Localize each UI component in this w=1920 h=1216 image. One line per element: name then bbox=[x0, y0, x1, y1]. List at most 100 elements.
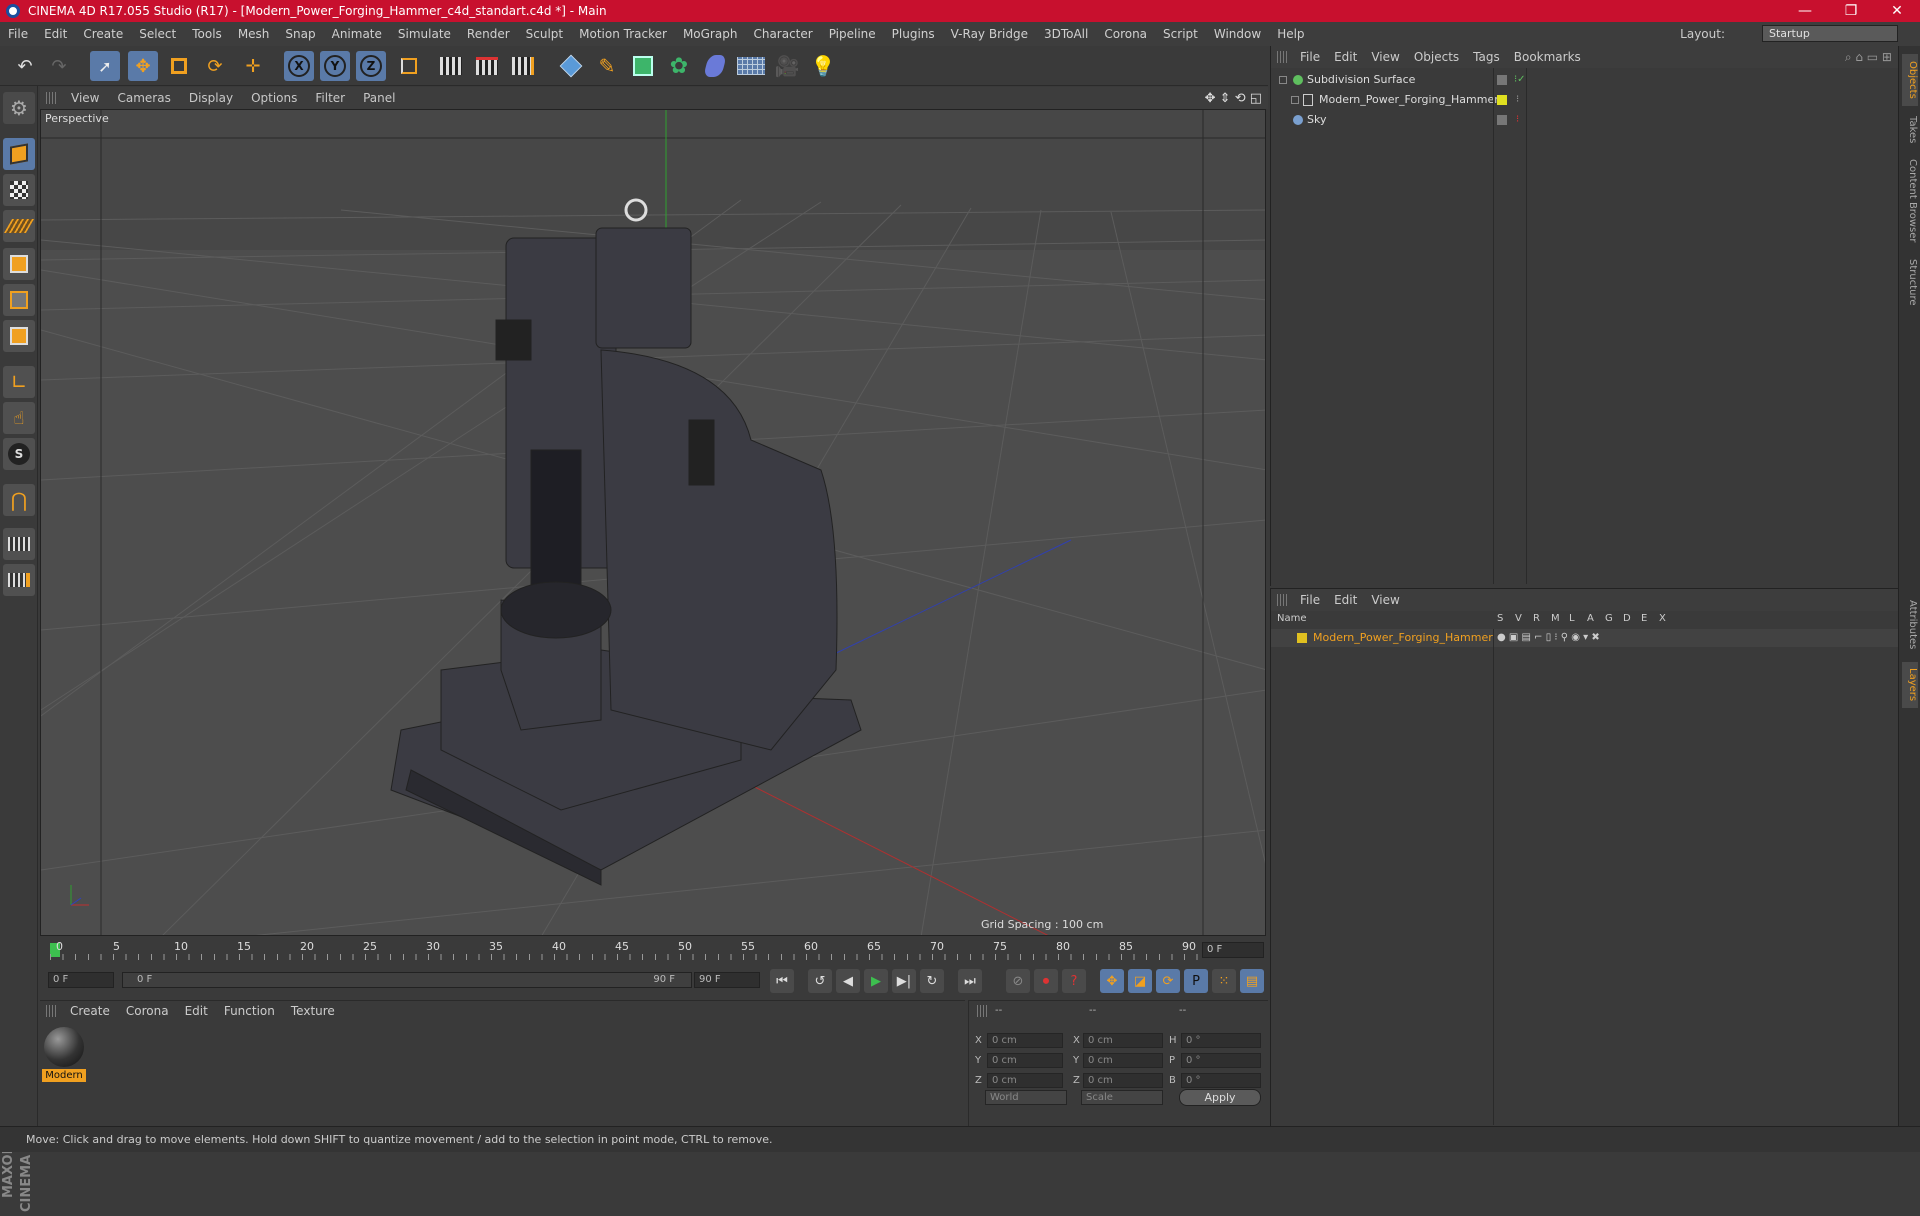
deformer-icon[interactable] bbox=[700, 51, 730, 81]
column-header[interactable]: M bbox=[1551, 613, 1560, 624]
rotation-b-field[interactable]: 0 ° bbox=[1181, 1073, 1261, 1088]
size-mode-dropdown[interactable]: Scale bbox=[1081, 1090, 1163, 1105]
material-name[interactable]: Modern bbox=[42, 1069, 86, 1082]
light-icon[interactable]: 💡 bbox=[808, 51, 838, 81]
column-header[interactable]: X bbox=[1659, 613, 1666, 624]
panel-grip-icon[interactable] bbox=[46, 92, 56, 104]
om-menu-edit[interactable]: Edit bbox=[1327, 50, 1364, 64]
minimize-button[interactable]: — bbox=[1782, 0, 1828, 22]
om-menu-tags[interactable]: Tags bbox=[1466, 50, 1507, 64]
column-header[interactable]: A bbox=[1587, 613, 1594, 624]
object-name[interactable]: Modern_Power_Forging_Hammer bbox=[1319, 90, 1499, 110]
timeline[interactable]: 0 5 10 15 20 25 30 35 40 45 50 55 60 65 … bbox=[40, 936, 1268, 962]
tab-takes[interactable]: Takes bbox=[1902, 110, 1918, 150]
timeline-ruler[interactable]: 0 5 10 15 20 25 30 35 40 45 50 55 60 65 … bbox=[50, 940, 1200, 960]
go-to-start-icon[interactable]: ⏮ bbox=[770, 969, 794, 993]
x-axis-lock-icon[interactable]: X bbox=[284, 51, 314, 81]
keyframe-selection-icon[interactable]: ⊘ bbox=[1006, 969, 1030, 993]
rotation-h-field[interactable]: 0 ° bbox=[1181, 1033, 1261, 1048]
menu-help[interactable]: Help bbox=[1269, 27, 1312, 41]
position-x-field[interactable]: 0 cm bbox=[987, 1033, 1063, 1048]
maximize-button[interactable]: ❐ bbox=[1828, 0, 1874, 22]
scale-tool-icon[interactable] bbox=[164, 51, 194, 81]
snap-magnet-icon[interactable]: ⋂ bbox=[3, 484, 35, 516]
object-name[interactable]: Sky bbox=[1307, 110, 1326, 130]
rotate-tool-icon[interactable]: ⟳ bbox=[200, 51, 230, 81]
size-x-field[interactable]: 0 cm bbox=[1083, 1033, 1163, 1048]
key-position-icon[interactable]: ✥ bbox=[1100, 969, 1124, 993]
layer-toggle-icons[interactable]: ● ▣ ▤ ⌐ ▯ ⁝ ⚲ ◉ ▾ ✖ bbox=[1497, 629, 1600, 647]
position-z-field[interactable]: 0 cm bbox=[987, 1073, 1063, 1088]
texture-mode-icon[interactable] bbox=[3, 174, 35, 206]
material-menu-edit[interactable]: Edit bbox=[177, 1004, 216, 1018]
rotation-p-field[interactable]: 0 ° bbox=[1181, 1053, 1261, 1068]
lm-menu-file[interactable]: File bbox=[1293, 593, 1327, 607]
column-header[interactable]: Name bbox=[1277, 613, 1307, 624]
key-scale-icon[interactable]: ◪ bbox=[1128, 969, 1152, 993]
expand-icon[interactable] bbox=[1291, 96, 1299, 104]
current-frame-field[interactable]: 0 F bbox=[1202, 942, 1264, 958]
key-rotation-icon[interactable]: ⟳ bbox=[1156, 969, 1180, 993]
column-header[interactable]: E bbox=[1641, 613, 1647, 624]
subdivision-surface-icon[interactable] bbox=[628, 51, 658, 81]
floor-object-icon[interactable] bbox=[736, 51, 766, 81]
menu-window[interactable]: Window bbox=[1206, 27, 1269, 41]
mograph-cloner-icon[interactable]: ✿ bbox=[664, 51, 694, 81]
column-header[interactable]: L bbox=[1569, 613, 1575, 624]
object-name[interactable]: Subdivision Surface bbox=[1307, 70, 1415, 90]
menu-mograph[interactable]: MoGraph bbox=[675, 27, 746, 41]
viewport-camera-label[interactable]: Perspective bbox=[45, 112, 109, 125]
menu-edit[interactable]: Edit bbox=[36, 27, 75, 41]
panel-grip-icon[interactable] bbox=[1277, 51, 1287, 63]
previous-frame-icon[interactable]: ◀ bbox=[836, 969, 860, 993]
panel-grip-icon[interactable] bbox=[1277, 594, 1287, 606]
apply-button[interactable]: Apply bbox=[1179, 1089, 1261, 1106]
column-header[interactable]: V bbox=[1515, 613, 1522, 624]
redo-icon[interactable]: ↷ bbox=[44, 51, 74, 81]
viewport-menu-filter[interactable]: Filter bbox=[306, 91, 354, 105]
om-menu-view[interactable]: View bbox=[1364, 50, 1406, 64]
om-menu-objects[interactable]: Objects bbox=[1407, 50, 1466, 64]
menu-render[interactable]: Render bbox=[459, 27, 518, 41]
pen-spline-icon[interactable]: ✎ bbox=[592, 51, 622, 81]
menu-character[interactable]: Character bbox=[745, 27, 820, 41]
object-row[interactable]: Modern_Power_Forging_Hammer ⁝ bbox=[1271, 90, 1899, 110]
menu-simulate[interactable]: Simulate bbox=[390, 27, 459, 41]
y-axis-lock-icon[interactable]: Y bbox=[320, 51, 350, 81]
perspective-viewport[interactable]: Perspective Grid Spacing : 100 cm bbox=[40, 109, 1266, 936]
visibility-dots-icon[interactable]: ⁝ bbox=[1516, 110, 1519, 130]
transform-tool-icon[interactable]: ✛ bbox=[238, 51, 268, 81]
visibility-dots-icon[interactable]: ⁝ bbox=[1516, 90, 1519, 110]
panel-grip-icon[interactable] bbox=[46, 1005, 56, 1017]
om-search-home-icons[interactable]: ⌕ ⌂ ▭ ⊞ bbox=[1845, 50, 1892, 65]
object-row[interactable]: Sky ⁝ bbox=[1271, 110, 1899, 130]
edges-mode-icon[interactable] bbox=[3, 284, 35, 316]
render-picture-viewer-icon[interactable] bbox=[472, 51, 502, 81]
menu-select[interactable]: Select bbox=[131, 27, 184, 41]
viewport-menu-panel[interactable]: Panel bbox=[354, 91, 404, 105]
om-menu-bookmarks[interactable]: Bookmarks bbox=[1507, 50, 1588, 64]
layer-color-icon[interactable] bbox=[1297, 633, 1307, 643]
camera-icon[interactable]: 🎥 bbox=[772, 51, 802, 81]
column-header[interactable]: S bbox=[1497, 613, 1503, 624]
menu-pipeline[interactable]: Pipeline bbox=[821, 27, 884, 41]
menu-corona[interactable]: Corona bbox=[1096, 27, 1155, 41]
menu-script[interactable]: Script bbox=[1155, 27, 1206, 41]
close-button[interactable]: ✕ bbox=[1874, 0, 1920, 22]
undo-icon[interactable]: ↶ bbox=[10, 51, 40, 81]
layer-name[interactable]: Modern_Power_Forging_Hammer bbox=[1313, 629, 1493, 647]
tab-layers[interactable]: Layers bbox=[1902, 662, 1918, 708]
viewport-menu-options[interactable]: Options bbox=[242, 91, 306, 105]
viewport-navigation-icons[interactable]: ✥ ⇕ ⟲ ◱ bbox=[1205, 91, 1262, 106]
tab-structure[interactable]: Structure bbox=[1902, 252, 1918, 312]
menu-animate[interactable]: Animate bbox=[324, 27, 390, 41]
column-header[interactable]: G bbox=[1605, 613, 1613, 624]
z-axis-lock-icon[interactable]: Z bbox=[356, 51, 386, 81]
collapse-icon[interactable] bbox=[1279, 76, 1287, 84]
material-menu-texture[interactable]: Texture bbox=[283, 1004, 343, 1018]
start-frame-field[interactable]: 0 F bbox=[48, 972, 114, 988]
material-menu-function[interactable]: Function bbox=[216, 1004, 283, 1018]
lm-menu-edit[interactable]: Edit bbox=[1327, 593, 1364, 607]
record-active-objects-icon[interactable]: ⏺ bbox=[1034, 969, 1058, 993]
live-selection-icon[interactable]: ➚ bbox=[90, 51, 120, 81]
